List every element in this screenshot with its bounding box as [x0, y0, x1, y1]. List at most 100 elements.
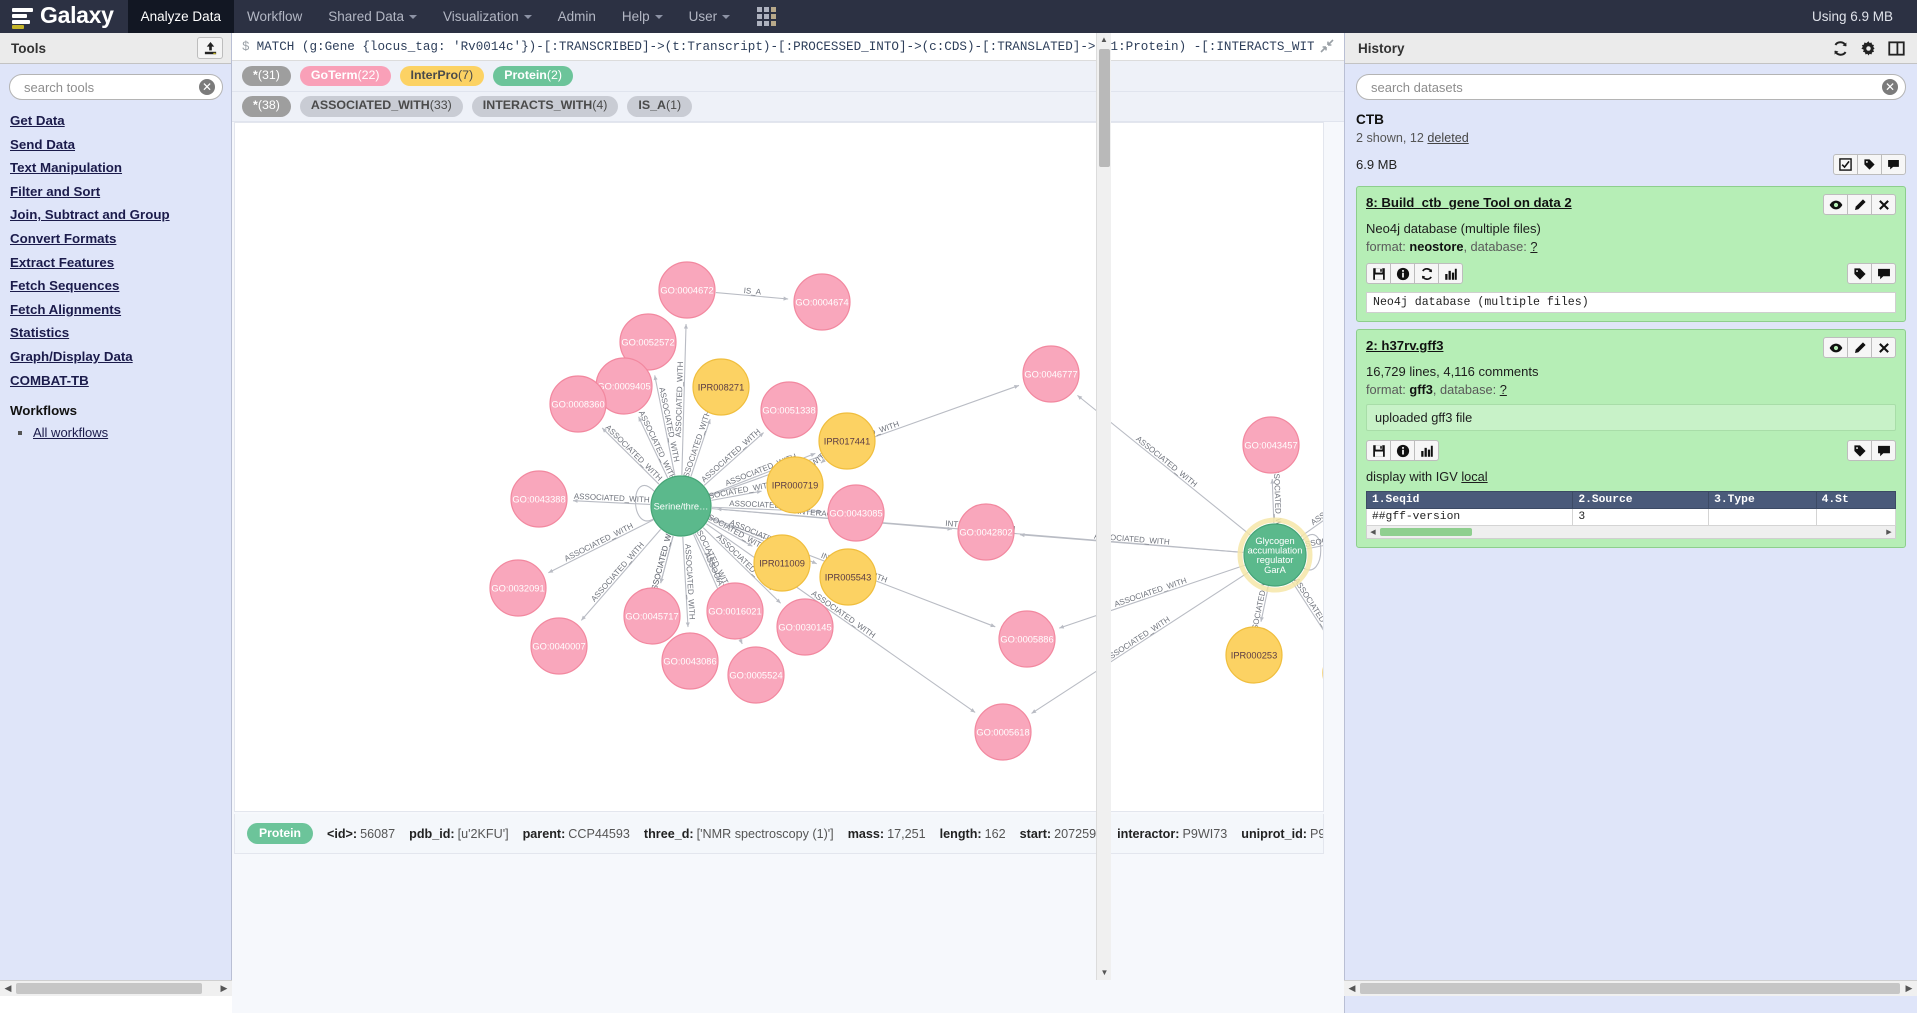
database-value-link[interactable]: ? [1530, 239, 1537, 254]
scroll-thumb[interactable] [1360, 983, 1900, 994]
graph-node-GO-0005618[interactable]: GO:0005618 [975, 704, 1031, 760]
graph-node-IPR000719[interactable]: IPR000719 [767, 457, 823, 513]
cypher-query-bar[interactable]: $ MATCH (g:Gene {locus_tag: 'Rv0014c'})-… [232, 33, 1344, 61]
tool-category-combat-tb[interactable]: COMBAT-TB [10, 373, 223, 388]
nav-admin[interactable]: Admin [545, 0, 609, 33]
rel-chip-interacts_with[interactable]: INTERACTS_WITH(4) [472, 96, 619, 117]
dataset-title[interactable]: 8: Build_ctb_gene Tool on data 2 [1366, 194, 1823, 212]
clear-circle-icon[interactable]: ✕ [199, 79, 215, 95]
rel-chip-is_a[interactable]: IS_A(1) [627, 96, 692, 117]
chart-icon[interactable] [1414, 440, 1439, 461]
graph-node-GO-0030145[interactable]: GO:0030145 [777, 599, 833, 655]
graph-node-IPR017441[interactable]: IPR017441 [819, 413, 875, 469]
scroll-down-icon[interactable]: ▼ [1097, 966, 1112, 980]
galaxy-logo[interactable]: Galaxy [0, 0, 128, 33]
scroll-right-icon[interactable]: ▶ [1883, 528, 1895, 536]
rel-chip-associated_with[interactable]: ASSOCIATED_WITH(33) [300, 96, 463, 117]
deleted-link[interactable]: deleted [1427, 131, 1468, 145]
graph-svg[interactable]: IS_AASSOCIATED_WITHASSOCIATED_WITHASSOCI… [235, 123, 1324, 812]
scroll-thumb[interactable] [1380, 528, 1472, 536]
node-chip-goterm[interactable]: GoTerm(22) [300, 66, 391, 87]
scroll-thumb[interactable] [1099, 49, 1110, 167]
center-vertical-scrollbar[interactable]: ▲ ▼ [1096, 33, 1111, 980]
graph-node-GarA[interactable]: GlycogenaccumulationregulatorGarA [1240, 520, 1310, 590]
display-igv-local-link[interactable]: local [1461, 469, 1487, 484]
scroll-left-icon[interactable]: ◀ [1367, 528, 1379, 536]
graph-node-GO-0005524[interactable]: GO:0005524 [728, 647, 784, 703]
nav-visualization[interactable]: Visualization [430, 0, 545, 33]
node-circle[interactable] [1323, 645, 1324, 701]
save-icon[interactable] [1366, 263, 1391, 284]
nav-shared-data[interactable]: Shared Data [315, 0, 430, 33]
tools-horizontal-scrollbar[interactable]: ◀ ▶ [0, 980, 232, 996]
chart-icon[interactable] [1438, 263, 1463, 284]
node-chip-all[interactable]: *(31) [242, 66, 291, 87]
tool-category-filter-and-sort[interactable]: Filter and Sort [10, 184, 223, 199]
save-icon[interactable] [1366, 440, 1391, 461]
graph-node-GO-0040007[interactable]: GO:0040007 [531, 618, 587, 674]
dataset-item[interactable]: 8: Build_ctb_gene Tool on data 2Neo4j da… [1356, 186, 1906, 322]
delete-x-icon[interactable] [1871, 194, 1896, 215]
pencil-icon[interactable] [1847, 337, 1872, 358]
eye-icon[interactable] [1823, 194, 1848, 215]
rel-chip-all[interactable]: *(38) [242, 96, 291, 117]
scroll-right-icon[interactable]: ▶ [216, 983, 232, 994]
graph-node-GO-0016021[interactable]: GO:0016021 [707, 583, 763, 639]
workflow-all-link[interactable]: All workflows [33, 425, 108, 440]
graph-node-Serine-thre-[interactable]: Serine/thre… [651, 476, 711, 536]
graph-nodes[interactable]: GO:0004672GO:0004674GO:0052572GO:0009405… [490, 262, 1324, 760]
tool-category-get-data[interactable]: Get Data [10, 113, 223, 128]
graph-node-GO-0051338[interactable]: GO:0051338 [761, 382, 817, 438]
scroll-left-icon[interactable]: ◀ [0, 983, 16, 994]
tool-category-fetch-alignments[interactable]: Fetch Alignments [10, 302, 223, 317]
info-icon[interactable] [1390, 263, 1415, 284]
scroll-right-icon[interactable]: ▶ [1901, 983, 1917, 994]
tool-category-graph-display-data[interactable]: Graph/Display Data [10, 349, 223, 364]
dataset-item[interactable]: 2: h37rv.gff316,729 lines, 4,116 comment… [1356, 329, 1906, 548]
upload-icon[interactable] [197, 37, 223, 59]
graph-node-GO-0043086[interactable]: GO:0043086 [662, 633, 718, 689]
graph-node-IPR011009[interactable]: IPR011009 [754, 535, 810, 591]
tool-category-convert-formats[interactable]: Convert Formats [10, 231, 223, 246]
graph-node-GO-0032091[interactable]: GO:0032091 [490, 560, 546, 616]
graph-node-GO-0043085[interactable]: GO:0043085 [828, 485, 884, 541]
tag-icon[interactable] [1857, 154, 1882, 175]
tool-category-text-manipulation[interactable]: Text Manipulation [10, 160, 223, 175]
graph-edge[interactable] [1301, 474, 1324, 537]
eye-icon[interactable] [1823, 337, 1848, 358]
graph-node-GO-0005886[interactable]: GO:0005886 [999, 611, 1055, 667]
annotation-icon[interactable] [1881, 154, 1906, 175]
node-chip-interpro[interactable]: InterPro(7) [400, 66, 485, 87]
gear-icon[interactable] [1860, 40, 1877, 57]
graph-node-GO-0046777[interactable]: GO:0046777 [1023, 346, 1079, 402]
graph-node-GO-0042802[interactable]: GO:0042802 [958, 504, 1014, 560]
scroll-left-icon[interactable]: ◀ [1344, 983, 1360, 994]
nav-help[interactable]: Help [609, 0, 676, 33]
tag-icon[interactable] [1847, 263, 1872, 284]
rerun-icon[interactable] [1414, 263, 1439, 284]
graph-node-IPR000253[interactable]: IPR000253 [1226, 627, 1282, 683]
graph-node-IPR008984[interactable]: IPR008984 [1323, 645, 1324, 701]
tool-category-fetch-sequences[interactable]: Fetch Sequences [10, 278, 223, 293]
graph-node-GO-0045717[interactable]: GO:0045717 [624, 588, 680, 644]
graph-node-IPR008271[interactable]: IPR008271 [693, 359, 749, 415]
graph-node-IPR005543[interactable]: IPR005543 [820, 549, 876, 605]
scroll-up-icon[interactable]: ▲ [1097, 33, 1111, 47]
node-chip-protein[interactable]: Protein(2) [493, 66, 573, 87]
database-value-link[interactable]: ? [1500, 382, 1507, 397]
tool-category-send-data[interactable]: Send Data [10, 137, 223, 152]
query-text[interactable]: MATCH (g:Gene {locus_tag: 'Rv0014c'})-[:… [257, 40, 1314, 54]
pencil-icon[interactable] [1847, 194, 1872, 215]
graph-node-GO-0004672[interactable]: GO:0004672 [659, 262, 715, 318]
graph-node-GO-0004674[interactable]: GO:0004674 [794, 274, 850, 330]
scroll-track[interactable] [1360, 981, 1901, 997]
search-input[interactable] [9, 74, 223, 100]
graph-node-GO-0043388[interactable]: GO:0043388 [511, 471, 567, 527]
tool-category-join-subtract-and-group[interactable]: Join, Subtract and Group [10, 207, 223, 222]
history-horizontal-scrollbar[interactable]: ◀ ▶ [1344, 980, 1917, 996]
refresh-icon[interactable] [1832, 40, 1849, 57]
tag-icon[interactable] [1847, 440, 1872, 461]
nav-workflow[interactable]: Workflow [234, 0, 315, 33]
columns-icon[interactable] [1888, 40, 1905, 57]
scroll-thumb[interactable] [16, 983, 202, 994]
